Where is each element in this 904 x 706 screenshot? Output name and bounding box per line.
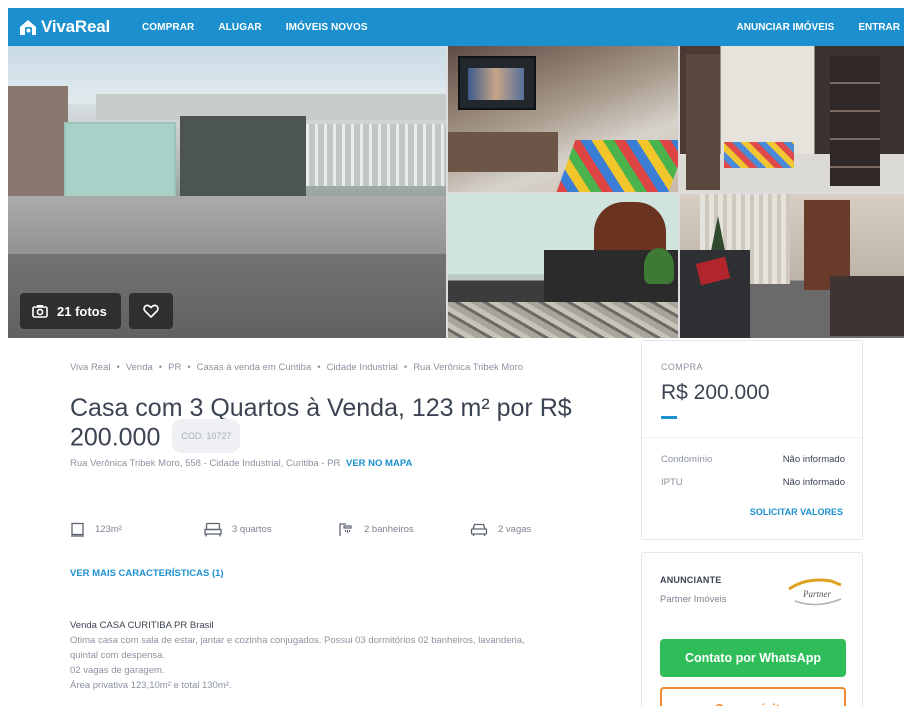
view-on-map-link[interactable]: VER NO MAPA xyxy=(346,458,412,469)
top-navigation-bar: VivaReal COMPRAR ALUGAR IMÓVEIS NOVOS AN… xyxy=(8,8,904,46)
view-photos-button[interactable]: 21 fotos xyxy=(20,293,121,329)
nav-alugar[interactable]: ALUGAR xyxy=(218,22,261,33)
camera-icon xyxy=(32,305,48,318)
price-value: R$ 200.000 xyxy=(661,381,770,404)
description-line: 02 vagas de garagem. xyxy=(70,665,165,676)
photo-living-room-tv[interactable] xyxy=(448,46,678,192)
description-line: Otima casa com sala de estar, jantar e c… xyxy=(70,635,525,646)
photos-count-label: 21 fotos xyxy=(57,303,107,319)
feature-area: 123m² xyxy=(70,522,204,537)
fee-iptu-value: Não informado xyxy=(782,477,845,488)
advertiser-logo-text: Partner xyxy=(802,589,831,599)
breadcrumb-venda[interactable]: Venda xyxy=(126,362,153,373)
breadcrumb: Viva Real • Venda • PR • Casas à venda em Curi… xyxy=(70,362,524,373)
price-card: COMPRA R$ 200.000 Condomínio Não informa… xyxy=(641,340,863,540)
right-nav: ANUNCIAR IMÓVEIS ENTRAR xyxy=(713,22,904,33)
breadcrumb-cidade-industrial[interactable]: Cidade Industrial xyxy=(327,362,398,373)
listing-code-badge: COD. 10727 xyxy=(172,419,241,453)
area-icon xyxy=(71,522,84,537)
nav-entrar[interactable]: ENTRAR xyxy=(858,22,900,33)
advertiser-name[interactable]: Partner Imóveis xyxy=(660,594,727,605)
listing-title-text: Casa com 3 Quartos à Venda, 123 m² por R… xyxy=(70,394,572,452)
listing-address: Rua Verônica Tribek Moro, 558 - Cidade I… xyxy=(70,458,412,469)
favorite-button[interactable] xyxy=(129,293,173,329)
description-line: quintal com despensa. xyxy=(70,650,166,661)
photo-backyard[interactable] xyxy=(448,194,678,338)
house-logo-icon xyxy=(20,19,36,35)
fee-condominio: Condomínio Não informado xyxy=(661,454,845,465)
price-accent-bar xyxy=(661,416,677,419)
listing-title: Casa com 3 Quartos à Venda, 123 m² por R… xyxy=(70,394,630,456)
features-row: 123m² 3 quartos 2 banheiros 2 vagas xyxy=(70,522,570,537)
fee-iptu: IPTU Não informado xyxy=(661,477,845,488)
feature-bathrooms-label: 2 banheiros xyxy=(364,524,414,535)
advertiser-card: ANUNCIANTE Partner Imóveis Partner Conta… xyxy=(641,552,863,706)
logo-text: VivaReal xyxy=(41,17,110,36)
feature-area-label: 123m² xyxy=(95,524,122,535)
feature-parking: 2 vagas xyxy=(470,522,570,537)
breadcrumb-casas-curitiba[interactable]: Casas à venda em Curitiba xyxy=(197,362,312,373)
address-text: Rua Verônica Tribek Moro, 558 - Cidade I… xyxy=(70,458,341,469)
breadcrumb-street[interactable]: Rua Verônica Tribek Moro xyxy=(413,362,523,373)
vivareal-logo[interactable]: VivaReal xyxy=(18,17,110,37)
description-line: Área privativa 123,10m² e total 130m². xyxy=(70,680,232,691)
listing-description: Venda CASA CURITIBA PR Brasil Otima casa… xyxy=(70,618,610,693)
nav-anunciar-imoveis[interactable]: ANUNCIAR IMÓVEIS xyxy=(737,22,835,33)
photo-living-room-sofa[interactable] xyxy=(680,194,904,338)
feature-bedrooms-label: 3 quartos xyxy=(232,524,272,535)
photo-living-room-shelf[interactable] xyxy=(680,46,904,192)
price-divider xyxy=(642,437,862,438)
shower-icon xyxy=(339,523,352,536)
breadcrumb-viva-real[interactable]: Viva Real xyxy=(70,362,111,373)
whatsapp-contact-button[interactable]: Contato por WhatsApp xyxy=(660,639,846,677)
advertiser-logo[interactable]: Partner xyxy=(787,575,845,609)
request-values-link[interactable]: SOLICITAR VALORES xyxy=(750,507,843,517)
bed-icon xyxy=(204,522,222,537)
feature-bathrooms: 2 banheiros xyxy=(338,522,470,537)
nav-comprar[interactable]: COMPRAR xyxy=(142,22,194,33)
feature-bedrooms: 3 quartos xyxy=(204,522,338,537)
main-nav: COMPRAR ALUGAR IMÓVEIS NOVOS xyxy=(142,22,392,33)
feature-parking-label: 2 vagas xyxy=(498,524,532,535)
car-icon xyxy=(470,523,488,536)
description-heading: Venda CASA CURITIBA PR Brasil xyxy=(70,620,214,631)
breadcrumb-pr[interactable]: PR xyxy=(168,362,181,373)
nav-imoveis-novos[interactable]: IMÓVEIS NOVOS xyxy=(286,22,368,33)
fee-condominio-label: Condomínio xyxy=(661,454,713,465)
heart-icon xyxy=(143,304,159,318)
fee-condominio-value: Não informado xyxy=(782,454,845,465)
photo-gallery[interactable]: 21 fotos xyxy=(8,46,904,338)
price-type-label: COMPRA xyxy=(661,362,703,372)
schedule-visit-button[interactable]: Quero visitar xyxy=(660,687,846,706)
more-features-link[interactable]: VER MAIS CARACTERÍSTICAS (1) xyxy=(70,568,224,579)
fee-iptu-label: IPTU xyxy=(661,477,683,488)
advertiser-label: ANUNCIANTE xyxy=(660,575,722,585)
